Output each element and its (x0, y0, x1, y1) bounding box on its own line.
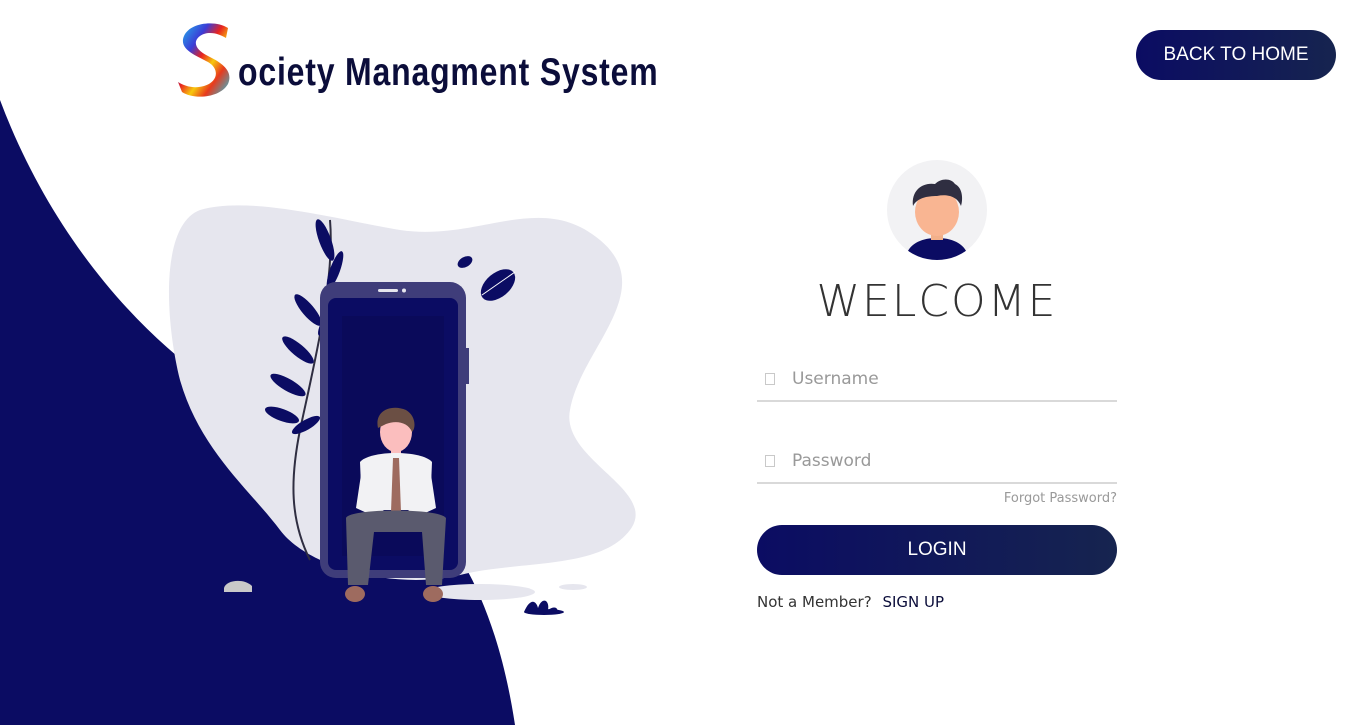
username-field-wrapper (757, 358, 1117, 402)
back-to-home-button[interactable]: BACK TO HOME (1136, 30, 1336, 80)
login-page: ociety Managment System BACK TO HOME WEL… (0, 0, 1366, 725)
login-button[interactable]: LOGIN (757, 525, 1117, 575)
signup-link[interactable]: SIGN UP (882, 593, 944, 611)
forgot-password-link[interactable]: Forgot Password? (1004, 491, 1117, 506)
welcome-title: WELCOME (816, 276, 1058, 327)
site-logo[interactable]: ociety Managment System (176, 12, 751, 98)
phone-person-illustration (168, 205, 636, 615)
signup-row: Not a Member? SIGN UP (757, 593, 944, 611)
lock-icon (765, 455, 775, 467)
logo-title: ociety Managment System (238, 51, 659, 94)
user-avatar-icon (887, 160, 987, 260)
multicolor-s-logo-icon (178, 23, 230, 97)
username-input[interactable] (792, 369, 1092, 389)
user-icon (765, 373, 775, 385)
password-field-wrapper (757, 440, 1117, 484)
not-member-label: Not a Member? (757, 593, 872, 611)
password-input[interactable] (792, 451, 1092, 471)
